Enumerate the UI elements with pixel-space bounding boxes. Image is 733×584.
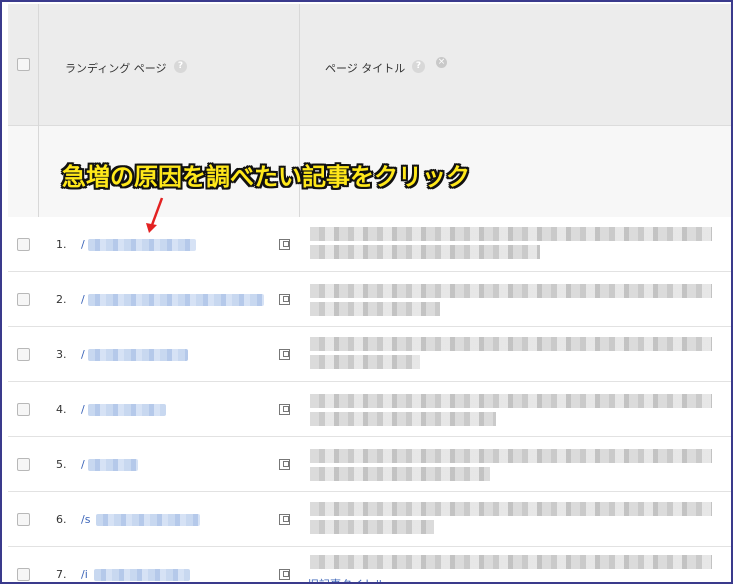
page-title-redacted xyxy=(310,449,712,463)
table-header: ランディング ページ ? ページ タイトル ? × xyxy=(8,4,731,126)
landing-page-link[interactable]: / xyxy=(81,238,85,251)
row-number: 6. xyxy=(56,513,67,526)
page-title-redacted xyxy=(310,555,712,569)
external-link-icon[interactable] xyxy=(279,404,290,415)
external-link-icon[interactable] xyxy=(279,514,290,525)
page-title-redacted xyxy=(310,520,434,534)
landing-page-link[interactable]: / xyxy=(81,403,85,416)
landing-page-link[interactable]: / xyxy=(81,348,85,361)
page-title-redacted xyxy=(310,302,440,316)
landing-page-link-redacted[interactable] xyxy=(94,569,190,581)
row-number: 4. xyxy=(56,403,67,416)
landing-page-link[interactable]: /s xyxy=(81,513,90,526)
row-checkbox[interactable] xyxy=(17,513,30,526)
landing-page-link[interactable]: /i xyxy=(81,568,88,581)
window-frame: ランディング ページ ? ページ タイトル ? × 1. / 2. / 3. /… xyxy=(0,0,733,584)
red-arrow-icon xyxy=(146,197,164,233)
page-title-redacted xyxy=(310,284,712,298)
page-title-redacted xyxy=(310,412,496,426)
landing-page-link-redacted[interactable] xyxy=(96,514,200,526)
row-number: 7. xyxy=(56,568,67,581)
table-row: 6. /s xyxy=(8,492,731,547)
landing-page-link-redacted[interactable] xyxy=(88,294,264,306)
row-checkbox[interactable] xyxy=(17,458,30,471)
external-link-icon[interactable] xyxy=(279,459,290,470)
row-checkbox[interactable] xyxy=(17,403,30,416)
row-checkbox[interactable] xyxy=(17,568,30,581)
table-row: 3. / xyxy=(8,327,731,382)
row-checkbox[interactable] xyxy=(17,238,30,251)
help-icon[interactable]: ? xyxy=(412,60,425,73)
row-checkbox[interactable] xyxy=(17,293,30,306)
landing-page-link-redacted[interactable] xyxy=(88,404,166,416)
external-link-icon[interactable] xyxy=(279,294,290,305)
external-link-icon[interactable] xyxy=(279,569,290,580)
landing-page-link[interactable]: / xyxy=(81,458,85,471)
row-number: 2. xyxy=(56,293,67,306)
table-row: 2. / xyxy=(8,272,731,327)
select-all-checkbox[interactable] xyxy=(17,58,30,71)
page-title-redacted xyxy=(310,502,712,516)
row-checkbox[interactable] xyxy=(17,348,30,361)
page-title-link-partial[interactable]: 旧記事タイトル xyxy=(308,576,385,582)
row-number: 1. xyxy=(56,238,67,251)
table-row: 4. / xyxy=(8,382,731,437)
row-number: 3. xyxy=(56,348,67,361)
page-title-redacted xyxy=(310,394,712,408)
external-link-icon[interactable] xyxy=(279,239,290,250)
row-number: 5. xyxy=(56,458,67,471)
annotation-callout: 急増の原因を調べたい記事をクリック xyxy=(62,163,470,191)
external-link-icon[interactable] xyxy=(279,349,290,360)
page-title-redacted xyxy=(310,227,712,241)
page-title-redacted xyxy=(310,467,490,481)
landing-page-link-redacted[interactable] xyxy=(88,349,188,361)
page-title-redacted xyxy=(310,245,540,259)
landing-page-link-redacted[interactable] xyxy=(88,239,196,251)
landing-page-link[interactable]: / xyxy=(81,293,85,306)
header-landing-page[interactable]: ランディング ページ xyxy=(65,60,167,76)
landing-page-link-redacted[interactable] xyxy=(88,459,138,471)
page-title-redacted xyxy=(310,337,712,351)
remove-dimension-icon[interactable]: × xyxy=(436,57,447,68)
header-page-title[interactable]: ページ タイトル xyxy=(325,60,405,76)
table-row: 1. / xyxy=(8,217,731,272)
table-row: 5. / xyxy=(8,437,731,492)
help-icon[interactable]: ? xyxy=(174,60,187,73)
page-title-redacted xyxy=(310,355,420,369)
